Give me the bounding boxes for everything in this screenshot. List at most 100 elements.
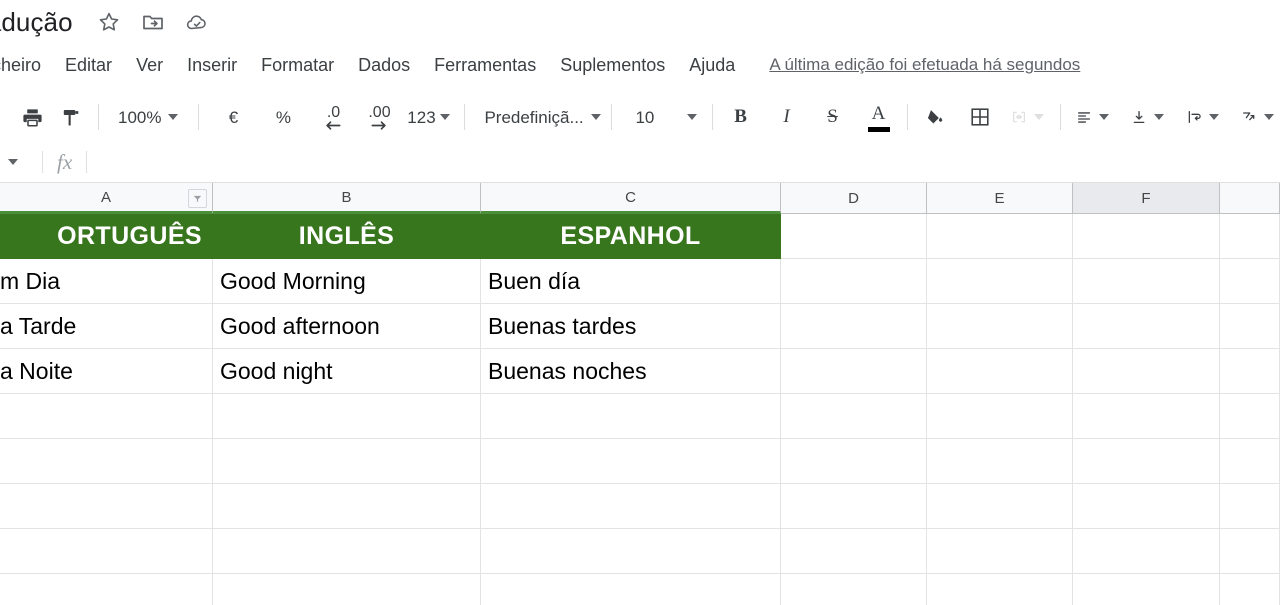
text-rotation-button[interactable]	[1235, 98, 1280, 136]
cell-g5[interactable]	[1220, 394, 1280, 439]
cell-c2[interactable]: Buen día	[481, 259, 781, 304]
cell-e5[interactable]	[927, 394, 1073, 439]
cell-a3[interactable]: a Tarde	[0, 304, 213, 349]
cell-a8[interactable]	[0, 529, 213, 574]
cell-e3[interactable]	[927, 304, 1073, 349]
text-color-button[interactable]: A	[860, 98, 898, 136]
cell-a9[interactable]	[0, 574, 213, 605]
cell-g1[interactable]	[1220, 214, 1280, 259]
cell-d2[interactable]	[781, 259, 927, 304]
column-header-g-partial[interactable]	[1220, 183, 1280, 214]
cell-d1[interactable]	[781, 214, 927, 259]
cell-a4[interactable]: a Noite	[0, 349, 213, 394]
cell-b9[interactable]	[213, 574, 481, 605]
cell-f3[interactable]	[1073, 304, 1220, 349]
cell-f5[interactable]	[1073, 394, 1220, 439]
cell-b5[interactable]	[213, 394, 481, 439]
cloud-saved-icon[interactable]	[185, 10, 209, 34]
cell-d3[interactable]	[781, 304, 927, 349]
cell-c3[interactable]: Buenas tardes	[481, 304, 781, 349]
cell-c6[interactable]	[481, 439, 781, 484]
menu-item-inserir[interactable]: Inserir	[175, 51, 249, 80]
cell-e7[interactable]	[927, 484, 1073, 529]
cell-a2[interactable]: m Dia	[0, 259, 213, 304]
star-icon[interactable]	[97, 10, 121, 34]
column-header-a[interactable]: A	[0, 183, 213, 214]
cell-b4[interactable]: Good night	[213, 349, 481, 394]
cell-a5[interactable]	[0, 394, 213, 439]
cell-g7[interactable]	[1220, 484, 1280, 529]
cell-g6[interactable]	[1220, 439, 1280, 484]
cell-f9[interactable]	[1073, 574, 1220, 605]
decrease-decimal-button[interactable]: .0	[314, 98, 352, 136]
text-wrap-button[interactable]	[1180, 98, 1225, 136]
number-format-selector[interactable]: 123	[404, 98, 452, 136]
menu-item-ferramentas[interactable]: Ferramentas	[422, 51, 548, 80]
cell-d5[interactable]	[781, 394, 927, 439]
horizontal-align-button[interactable]	[1070, 98, 1115, 136]
cell-f7[interactable]	[1073, 484, 1220, 529]
vertical-align-button[interactable]	[1125, 98, 1170, 136]
cell-g4[interactable]	[1220, 349, 1280, 394]
font-size-selector[interactable]: 10	[621, 98, 702, 136]
cell-a6[interactable]	[0, 439, 213, 484]
cell-f2[interactable]	[1073, 259, 1220, 304]
font-family-selector[interactable]: Predefiniçã...	[474, 98, 602, 136]
document-title[interactable]: radução	[0, 7, 73, 38]
borders-button[interactable]	[961, 98, 999, 136]
name-box-dropdown[interactable]	[0, 148, 28, 176]
cell-g8[interactable]	[1220, 529, 1280, 574]
menu-item-suplementos[interactable]: Suplementos	[548, 51, 677, 80]
column-filter-button[interactable]	[188, 189, 207, 208]
cell-e8[interactable]	[927, 529, 1073, 574]
strikethrough-button[interactable]: S	[814, 98, 852, 136]
currency-format-button[interactable]: €	[214, 98, 252, 136]
menu-item-dados[interactable]: Dados	[346, 51, 422, 80]
cell-c9[interactable]	[481, 574, 781, 605]
cell-b1[interactable]: INGLÊS	[213, 214, 481, 259]
menu-item-ficheiro[interactable]: icheiro	[0, 51, 53, 80]
cell-e2[interactable]	[927, 259, 1073, 304]
cell-b7[interactable]	[213, 484, 481, 529]
italic-button[interactable]: I	[768, 98, 806, 136]
cell-d6[interactable]	[781, 439, 927, 484]
cell-f6[interactable]	[1073, 439, 1220, 484]
cell-g2[interactable]	[1220, 259, 1280, 304]
cell-d7[interactable]	[781, 484, 927, 529]
cell-e6[interactable]	[927, 439, 1073, 484]
cell-d4[interactable]	[781, 349, 927, 394]
cell-b3[interactable]: Good afternoon	[213, 304, 481, 349]
menu-item-editar[interactable]: Editar	[53, 51, 124, 80]
column-header-f[interactable]: F	[1073, 183, 1220, 214]
fill-color-button[interactable]	[917, 98, 955, 136]
column-header-c[interactable]: C	[481, 183, 781, 214]
cell-f4[interactable]	[1073, 349, 1220, 394]
menu-item-formatar[interactable]: Formatar	[249, 51, 346, 80]
cell-f8[interactable]	[1073, 529, 1220, 574]
menu-item-ajuda[interactable]: Ajuda	[677, 51, 747, 80]
bold-button[interactable]: B	[722, 98, 760, 136]
column-header-b[interactable]: B	[213, 183, 481, 214]
cell-d9[interactable]	[781, 574, 927, 605]
cell-c5[interactable]	[481, 394, 781, 439]
move-to-folder-icon[interactable]	[141, 10, 165, 34]
percent-format-button[interactable]: %	[264, 98, 302, 136]
cell-c4[interactable]: Buenas noches	[481, 349, 781, 394]
cell-c7[interactable]	[481, 484, 781, 529]
formula-input[interactable]	[101, 148, 1280, 176]
paint-format-icon[interactable]	[51, 98, 89, 136]
cell-f1[interactable]	[1073, 214, 1220, 259]
cell-e4[interactable]	[927, 349, 1073, 394]
cell-c8[interactable]	[481, 529, 781, 574]
print-button[interactable]	[13, 98, 51, 136]
cell-d8[interactable]	[781, 529, 927, 574]
zoom-selector[interactable]: 100%	[108, 98, 182, 136]
cell-a7[interactable]	[0, 484, 213, 529]
cell-e9[interactable]	[927, 574, 1073, 605]
cell-e1[interactable]	[927, 214, 1073, 259]
cell-g9[interactable]	[1220, 574, 1280, 605]
cell-g3[interactable]	[1220, 304, 1280, 349]
menu-item-ver[interactable]: Ver	[124, 51, 175, 80]
cell-c1[interactable]: ESPANHOL	[481, 214, 781, 259]
column-header-d[interactable]: D	[781, 183, 927, 214]
